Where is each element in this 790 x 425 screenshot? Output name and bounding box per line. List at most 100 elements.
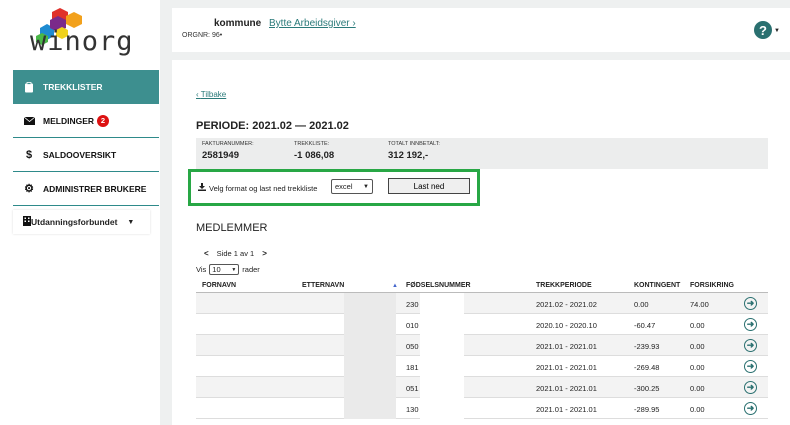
question-icon[interactable]: ? [754,21,772,39]
cell-forsikring: 0.00 [690,363,705,372]
cell-forsikring: 0.00 [690,342,705,351]
arrow-right-circle-icon[interactable]: ➜ [744,339,757,352]
redacted-cell [344,293,396,314]
table-row[interactable]: 230 2021.02 - 2021.02 0.00 74.00 ➜ [196,293,768,314]
column-header-kontingent[interactable]: KONTINGENT [634,282,680,289]
page-size-select[interactable]: 10 ▼ [209,264,240,275]
summary-value: 312 192,- [388,150,429,161]
redacted-cell [344,377,396,398]
redacted-cell [420,335,464,356]
cell-fodselsnummer: 181 [406,363,419,372]
cell-fodselsnummer: 051 [406,384,419,393]
envelope-icon [23,115,35,127]
summary-invoice: FAKTURANUMMER: 2581949 [202,141,254,161]
organization-label: Utdanningsforbundet [31,217,118,227]
cell-trekkperiode: 2021.01 - 2021.01 [536,384,597,393]
redacted-cell [420,356,464,377]
gear-icon: ⚙ [24,183,34,195]
table-row[interactable]: 010 2020.10 - 2020.10 -60.47 0.00 ➜ [196,314,768,335]
prev-page-button[interactable]: < [204,249,209,258]
cell-kontingent: -300.25 [634,384,660,393]
column-header-fornavn[interactable]: FORNAVN [202,282,236,289]
cell-fodselsnummer: 130 [406,405,419,414]
table-row[interactable]: 130 2021.01 - 2021.01 -289.95 0.00 ➜ [196,398,768,419]
download-label: Velg format og last ned trekkliste [198,183,317,193]
logo-text: winorg [30,26,134,57]
redacted-cell [344,314,396,335]
sort-ascending-icon: ▲ [392,283,398,289]
clipboard-icon [23,81,35,93]
organization-dropdown[interactable]: Utdanningsforbundet ▼ [13,210,150,234]
column-header-etternavn[interactable]: ETTERNAVN [302,282,344,289]
page-size-control: Vis 10 ▼ rader [196,264,260,275]
cell-trekkperiode: 2021.01 - 2021.01 [536,342,597,351]
page-title: PERIODE: 2021.02 — 2021.02 [196,120,349,132]
table-row[interactable]: 051 2021.01 - 2021.01 -300.25 0.00 ➜ [196,377,768,398]
cell-forsikring: 0.00 [690,384,705,393]
summary-total: TOTALT INNBETALT: 312 192,- [388,141,440,161]
change-employer-link[interactable]: Bytte Arbeidsgiver › [269,18,356,29]
members-heading: MEDLEMMER [196,222,268,234]
arrow-right-circle-icon[interactable]: ➜ [744,360,757,373]
members-table: FORNAVN ETTERNAVN ▲ FØDSELSNUMMER TREKKP… [196,280,768,419]
table-row[interactable]: 181 2021.01 - 2021.01 -269.48 0.00 ➜ [196,356,768,377]
summary-label: TOTALT INNBETALT: [388,141,440,147]
building-icon [23,216,31,228]
sidebar-item-saldooversikt[interactable]: $ SALDOOVERSIKT [13,138,159,172]
redacted-cell [420,293,464,314]
summary-label: TREKKLISTE: [294,141,330,147]
cell-kontingent: -289.95 [634,405,660,414]
download-panel: Velg format og last ned trekkliste excel… [188,169,480,206]
cell-fodselsnummer: 050 [406,342,419,351]
redacted-cell [420,377,464,398]
notification-badge: 2 [97,114,109,127]
back-link[interactable]: ‹ Tilbake [196,90,226,99]
redacted-cell [344,335,396,356]
cell-trekkperiode: 2021.01 - 2021.01 [536,405,597,414]
column-header-fodselsnummer[interactable]: FØDSELSNUMMER [406,282,471,289]
arrow-right-circle-icon[interactable]: ➜ [744,318,757,331]
column-header-trekkperiode[interactable]: TREKKPERIODE [536,282,592,289]
table-header: FORNAVN ETTERNAVN ▲ FØDSELSNUMMER TREKKP… [196,280,768,293]
sidebar-item-administrer-brukere[interactable]: ⚙ ADMINISTRER BRUKERE [13,172,159,206]
redacted-cell [344,398,396,419]
page-indicator: Side 1 av 1 [216,249,255,258]
cell-forsikring: 74.00 [690,300,709,309]
download-button[interactable]: Last ned [388,178,470,194]
back-link-label: Tilbake [200,90,227,99]
cell-kontingent: 0.00 [634,300,649,309]
redacted-cell [420,398,464,419]
format-select-value: excel [335,182,353,191]
download-icon [198,183,206,193]
next-page-button[interactable]: > [262,249,267,258]
sidebar-item-meldinger[interactable]: MELDINGER 2 [13,104,159,138]
org-number: ORGNR: 96• [182,32,223,39]
arrow-right-circle-icon[interactable]: ➜ [744,381,757,394]
main-content: ‹ Tilbake PERIODE: 2021.02 — 2021.02 FAK… [172,60,790,425]
cell-trekkperiode: 2021.01 - 2021.01 [536,363,597,372]
employer-name: kommune [214,18,262,29]
arrow-right-circle-icon[interactable]: ➜ [744,402,757,415]
format-select[interactable]: excel ▼ [331,179,373,194]
table-row[interactable]: 050 2021.01 - 2021.01 -239.93 0.00 ➜ [196,335,768,356]
caret-down-icon[interactable]: ▼ [774,28,780,34]
sidebar-item-trekklister[interactable]: TREKKLISTER [13,70,159,104]
cell-kontingent: -239.93 [634,342,660,351]
redacted-cell [344,356,396,377]
cell-forsikring: 0.00 [690,405,705,414]
cell-trekkperiode: 2020.10 - 2020.10 [536,321,597,330]
cell-fodselsnummer: 010 [406,321,419,330]
chevron-down-icon: ▼ [363,183,369,190]
column-header-forsikring[interactable]: FORSIKRING [690,282,734,289]
dollar-icon: $ [25,148,33,161]
summary-value: -1 086,08 [294,150,335,161]
chevron-down-icon: ▼ [231,266,237,273]
download-label-text: Velg format og last ned trekkliste [209,183,318,193]
cell-forsikring: 0.00 [690,321,705,330]
summary-label: FAKTURANUMMER: [202,141,254,147]
caret-down-icon: ▼ [127,218,135,226]
page-size-suffix: rader [242,265,260,274]
arrow-right-circle-icon[interactable]: ➜ [744,297,757,310]
sidebar-item-label: TREKKLISTER [43,82,103,92]
page-size-value: 10 [212,265,221,274]
